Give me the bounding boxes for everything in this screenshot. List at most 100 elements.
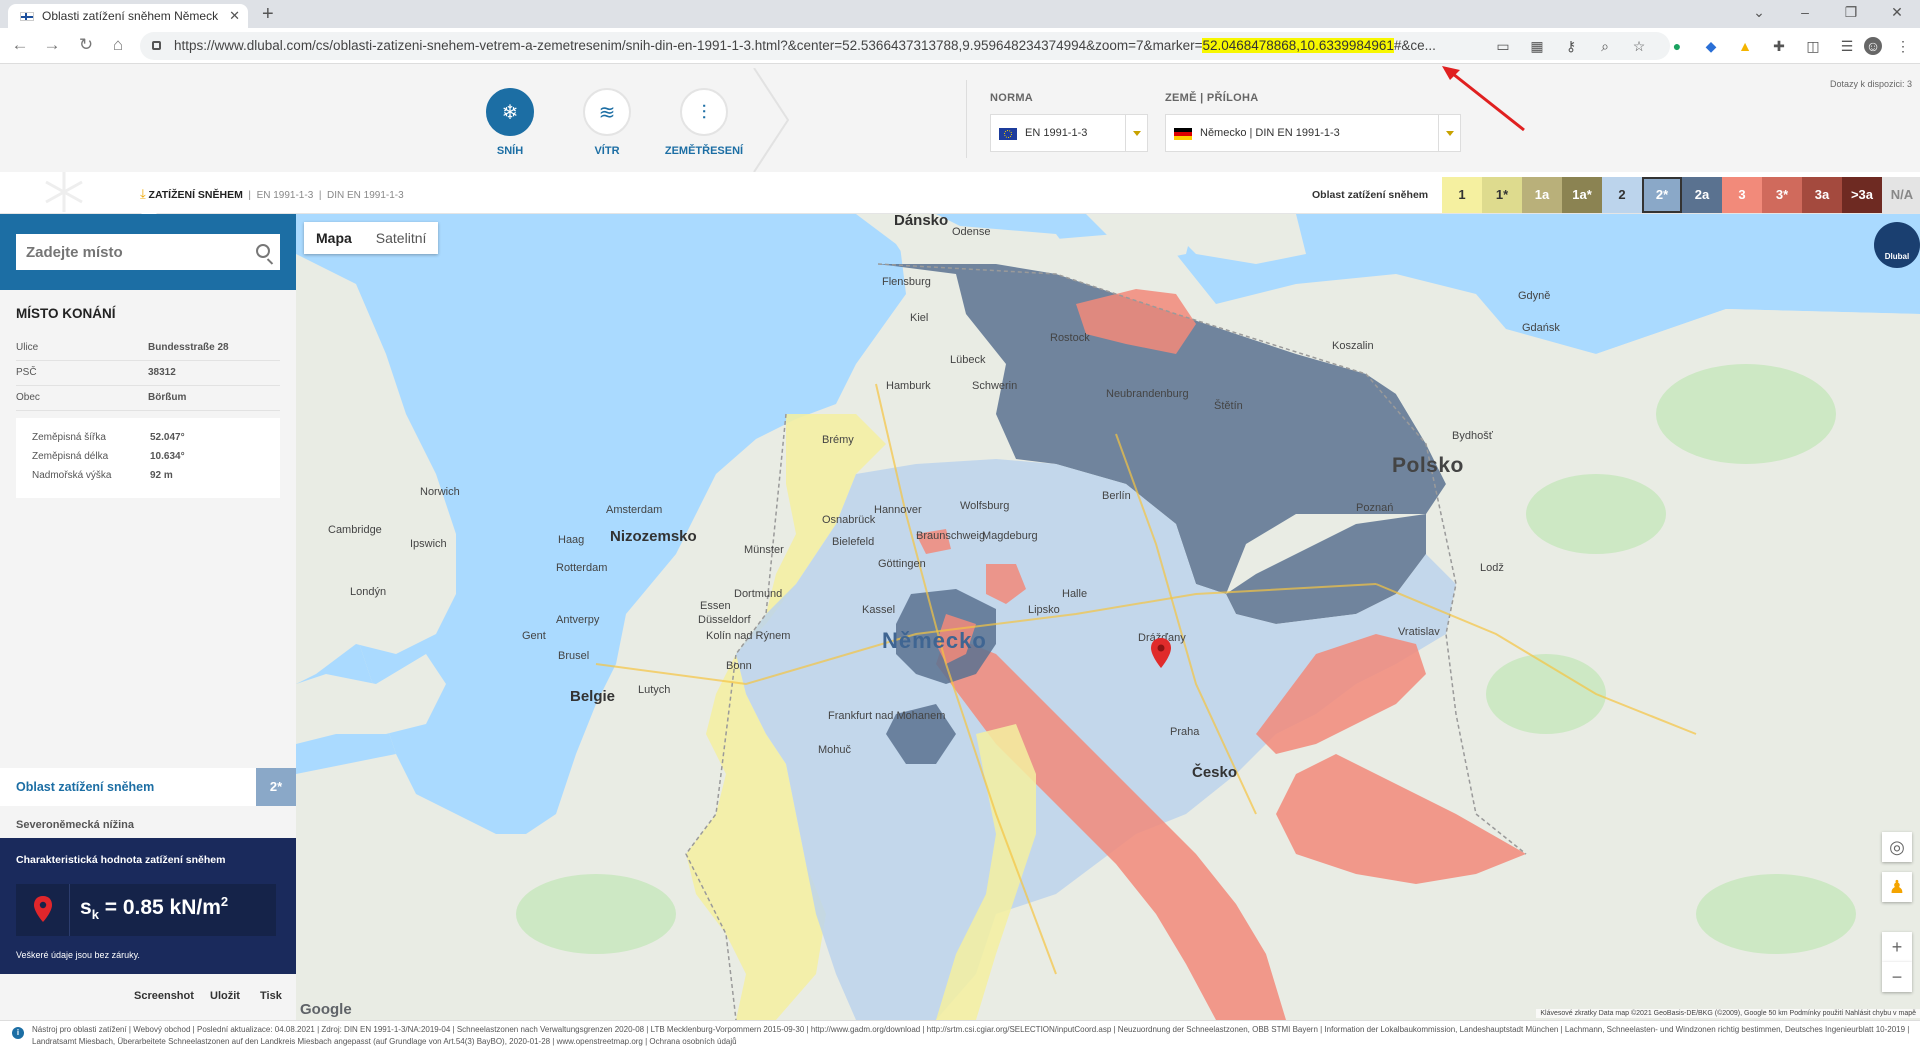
legend-chip[interactable]: 3* bbox=[1762, 177, 1802, 213]
search-input[interactable] bbox=[16, 234, 280, 270]
legend-chip[interactable]: N/A bbox=[1882, 177, 1920, 213]
city-label: Gdyně bbox=[1518, 290, 1551, 302]
extensions-puzzle-icon[interactable]: ✚ bbox=[1770, 37, 1788, 55]
info-icon[interactable]: i bbox=[12, 1027, 24, 1039]
map[interactable]: Dánsko Polsko Německo Nizozemsko Belgie … bbox=[296, 214, 1920, 1020]
seismic-mode-label: ZEMĚTŘESENÍ bbox=[664, 145, 744, 157]
extension-blue-icon[interactable]: ◆ bbox=[1702, 37, 1720, 55]
legend-chip[interactable]: 2a bbox=[1682, 177, 1722, 213]
legend-chip[interactable]: 1a bbox=[1522, 177, 1562, 213]
window-close-icon[interactable]: ✕ bbox=[1882, 4, 1912, 21]
city-label: Hannover bbox=[874, 504, 922, 516]
map-type-map[interactable]: Mapa bbox=[304, 222, 364, 254]
breadcrumb-din[interactable]: DIN EN 1991-1-3 bbox=[327, 190, 404, 201]
legend-chip[interactable]: 3 bbox=[1722, 177, 1762, 213]
wind-mode-button[interactable]: ≋ bbox=[583, 88, 631, 136]
install-app-icon[interactable]: ▭ bbox=[1494, 37, 1512, 55]
map-type-control: Mapa Satelitní bbox=[304, 222, 439, 254]
footer-text: Nástroj pro oblasti zatížení | Webový ob… bbox=[32, 1025, 1910, 1046]
breadcrumb-en[interactable]: EN 1991-1-3 bbox=[257, 190, 314, 201]
legend-chip[interactable]: >3a bbox=[1842, 177, 1882, 213]
reload-icon[interactable]: ↻ bbox=[74, 35, 98, 55]
snow-mode-label: SNÍH bbox=[496, 145, 524, 157]
city-label: Flensburg bbox=[882, 276, 931, 288]
city-label: Rostock bbox=[1050, 332, 1090, 344]
legend-chip[interactable]: 1 bbox=[1442, 177, 1482, 213]
city-label: Neubrandenburg bbox=[1106, 388, 1189, 400]
minimize-icon[interactable]: – bbox=[1790, 4, 1820, 20]
seismic-mode-button[interactable]: ⫶ bbox=[680, 88, 728, 136]
legend-chip[interactable]: 1* bbox=[1482, 177, 1522, 213]
city-label: Berlín bbox=[1102, 490, 1131, 502]
city-label: Lutych bbox=[638, 684, 671, 696]
disclaimer: Veškeré údaje jsou bez záruky. bbox=[16, 950, 140, 960]
home-icon[interactable]: ⌂ bbox=[106, 35, 130, 55]
legend-chip[interactable]: 2* bbox=[1642, 177, 1682, 213]
forward-icon[interactable]: → bbox=[40, 35, 64, 55]
extension-green-icon[interactable]: ● bbox=[1668, 37, 1686, 55]
map-canvas bbox=[296, 214, 1920, 1020]
url-marker-highlight: 52.0468478868,10.6339984961 bbox=[1202, 38, 1394, 53]
browser-menu-icon[interactable]: ⋮ bbox=[1894, 37, 1912, 55]
sidebar: MÍSTO KONÁNÍ Ulice Bundesstraße 28 PSČ 3… bbox=[0, 214, 296, 1020]
legend-chip[interactable]: 3a bbox=[1802, 177, 1842, 213]
tab-search-icon[interactable]: ⌄ bbox=[1744, 4, 1774, 21]
city-label: Koszalin bbox=[1332, 340, 1374, 352]
close-tab-icon[interactable]: ✕ bbox=[229, 4, 240, 28]
altitude-row: Nadmořská výška 92 m bbox=[32, 470, 173, 481]
snow-mode-button[interactable]: ❄ bbox=[486, 88, 534, 136]
reading-list-icon[interactable]: ☰ bbox=[1838, 37, 1856, 55]
city-label: Magdeburg bbox=[982, 530, 1038, 542]
zone-badge: 2* bbox=[256, 768, 296, 806]
search-icon[interactable] bbox=[256, 244, 270, 258]
city-label: Schwerin bbox=[972, 380, 1018, 392]
place-title: MÍSTO KONÁNÍ bbox=[16, 306, 116, 321]
country-select[interactable]: Německo | DIN EN 1991-1-3 bbox=[1165, 114, 1461, 152]
google-drive-icon[interactable]: ▲ bbox=[1736, 37, 1754, 55]
city-label: Amsterdam bbox=[606, 504, 663, 516]
city-label: Düsseldorf bbox=[698, 614, 751, 626]
save-link[interactable]: Uložit bbox=[210, 990, 240, 1002]
map-label-germany: Německo bbox=[882, 628, 987, 653]
city-label: Vratislav bbox=[1398, 626, 1440, 638]
address-bar[interactable]: https://www.dlubal.com/cs/oblasti-zatize… bbox=[140, 32, 1670, 60]
coord-key: Zeměpisná délka bbox=[32, 451, 109, 462]
coord-value: 92 m bbox=[150, 470, 173, 481]
zone-row: Oblast zatížení sněhem 2* bbox=[0, 768, 296, 806]
lock-icon bbox=[152, 41, 161, 50]
url-prefix: https://www.dlubal.com/cs/oblasti-zatize… bbox=[174, 38, 1203, 53]
browser-tab[interactable]: Oblasti zatížení sněhem Německ ✕ bbox=[8, 4, 248, 28]
city-label: Kassel bbox=[862, 604, 896, 616]
norma-select[interactable]: EN 1991-1-3 bbox=[990, 114, 1148, 152]
print-link[interactable]: Tisk bbox=[260, 990, 282, 1002]
zoom-icon[interactable]: ⌕ bbox=[1596, 37, 1614, 55]
snowflake-watermark-icon bbox=[45, 172, 83, 212]
city-label: Gdańsk bbox=[1522, 322, 1560, 334]
key-icon[interactable]: ⚷ bbox=[1562, 37, 1580, 55]
legend-chip[interactable]: 2 bbox=[1602, 177, 1642, 213]
cast-icon[interactable]: ◫ bbox=[1804, 37, 1822, 55]
char-subscript: k bbox=[91, 907, 99, 923]
city-label: Poznań bbox=[1356, 502, 1394, 514]
map-label-denmark: Dánsko bbox=[894, 214, 949, 229]
map-type-satellite[interactable]: Satelitní bbox=[364, 222, 439, 254]
info-row-city: Obec Börßum bbox=[16, 386, 280, 411]
city-label: Praha bbox=[1170, 726, 1200, 738]
legend-chip[interactable]: 1a* bbox=[1562, 177, 1602, 213]
city-label: Dortmund bbox=[734, 588, 783, 600]
city-label: Kolín nad Rýnem bbox=[706, 630, 791, 642]
city-label: Lipsko bbox=[1028, 604, 1060, 616]
bookmark-star-icon[interactable]: ☆ bbox=[1630, 37, 1648, 55]
breadcrumb: ⤓ ZATÍŽENÍ SNĚHEM | EN 1991-1-3 | DIN EN… bbox=[140, 186, 404, 201]
country-value: Německo | DIN EN 1991-1-3 bbox=[1200, 127, 1340, 139]
profile-avatar-icon[interactable]: ☺ bbox=[1864, 37, 1882, 55]
app-header bbox=[0, 64, 1920, 172]
restore-icon[interactable]: ❐ bbox=[1836, 4, 1866, 21]
back-icon[interactable]: ← bbox=[8, 35, 32, 55]
qr-code-icon[interactable]: ▦ bbox=[1528, 37, 1546, 55]
city-label: Lodž bbox=[1480, 562, 1504, 574]
new-tab-button[interactable]: + bbox=[262, 3, 274, 26]
screenshot-link[interactable]: Screenshot bbox=[134, 990, 194, 1002]
city-label: Lübeck bbox=[950, 354, 986, 366]
header-chevron bbox=[753, 68, 790, 172]
